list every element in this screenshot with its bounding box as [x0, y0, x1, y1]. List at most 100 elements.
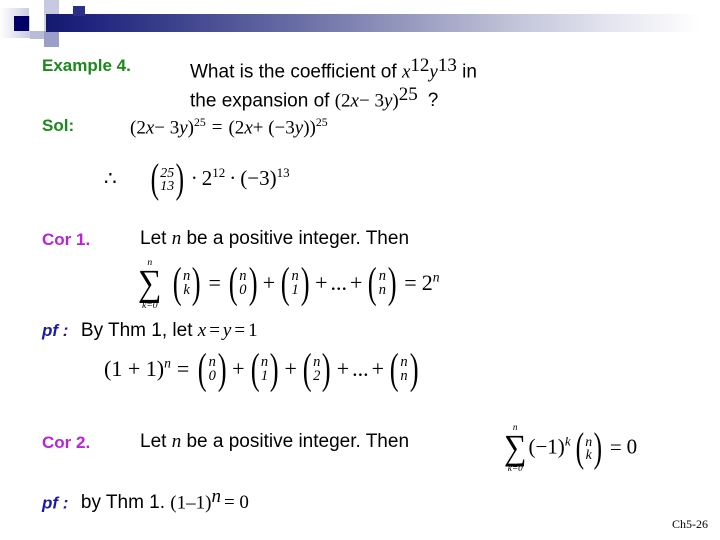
paren-open: (	[575, 424, 584, 470]
sol-result-row: ∴ ( 25 13 ) · 212 · (−3)13	[104, 156, 290, 201]
example-expr-minus: − 3	[358, 90, 384, 112]
sol-term3-exponent: 13	[276, 164, 290, 180]
sol-rhs-x: x	[244, 117, 253, 139]
binom-bottom: 2	[313, 368, 321, 385]
paren-close: )	[191, 259, 201, 307]
sol-equation: (2x− 3y)25 = (2x+ (−3y))25	[130, 116, 328, 139]
example-question-mark: ?	[427, 90, 439, 112]
pf1-equals: =	[176, 356, 190, 382]
cor1-formula: n ∑ k=0 ( n k ) = ( n 0 ) + ( n 1 ) +...…	[136, 258, 440, 310]
pf1-plus-2: +	[284, 356, 297, 382]
summation-operator: n ∑ k=0	[138, 258, 162, 310]
paren-close: )	[269, 346, 279, 393]
pf1-value: 1	[248, 320, 258, 341]
pf1-equals-2: =	[234, 320, 246, 341]
cor2-label: Cor 2.	[42, 433, 91, 452]
therefore-symbol: ∴	[104, 167, 117, 190]
example-label: Example 4.	[42, 56, 131, 75]
example-expansion-text: the expansion of	[190, 90, 335, 112]
example-question-text-post: in	[456, 61, 477, 83]
pf2-formula-exponent: n	[211, 486, 221, 507]
paren-open: (	[150, 156, 159, 201]
paren-close: )	[593, 424, 603, 470]
paren-open: (	[172, 259, 182, 307]
binomial-n-n: ( n n )	[387, 348, 421, 391]
sol-label: Sol:	[42, 116, 75, 135]
sol-rhs-y: y	[294, 117, 304, 139]
sol-term2-exponent: 12	[212, 164, 226, 180]
paren-close: )	[387, 259, 397, 307]
pf1-row: pf : By Thm 1, let x = y = 1	[42, 320, 258, 342]
cor2-label-row: Cor 2.	[42, 433, 90, 453]
cor1-equals-2: =	[404, 270, 417, 295]
pf1-label: pf :	[42, 321, 69, 340]
binom-bottom: 1	[260, 368, 269, 385]
banner-square-white-top	[29, 0, 44, 16]
cor2-formula: n ∑ k=0 (−1)k ( n k ) = 0	[502, 422, 637, 473]
paren-open: (	[250, 346, 260, 393]
binom-values: n 1	[260, 355, 269, 385]
example-x-exponent: 12	[410, 55, 430, 76]
paren-open: (	[228, 259, 238, 307]
sol-dot-2: ·	[229, 165, 237, 190]
sol-lhs-open: (2	[130, 117, 146, 139]
sigma-icon: ∑	[138, 263, 162, 304]
cor1-equals-1: =	[208, 270, 221, 295]
slide-header-banner	[0, 0, 720, 47]
paren-close: )	[217, 346, 227, 393]
paren-close: )	[175, 156, 185, 201]
binom-bottom: 13	[160, 178, 175, 194]
binomial-n-1: ( n 1 )	[278, 262, 312, 305]
cor1-statement-post: be a positive integer. Then	[181, 228, 410, 249]
slide-footer: Ch5-26	[672, 517, 708, 531]
banner-square-accent	[73, 6, 85, 16]
sol-lhs-y: y	[179, 117, 188, 139]
binom-values: n 1	[292, 269, 299, 298]
banner-square-white-2	[30, 16, 44, 31]
binom-values: n k	[183, 269, 190, 298]
binomial-n-k: ( n k )	[170, 259, 204, 307]
binom-values: n k	[585, 434, 592, 461]
sol-dot-1: ·	[190, 165, 198, 190]
pf1-lhs: (1 + 1)	[104, 356, 165, 382]
example-question-line-1: What is the coefficient of x12y13 in	[190, 55, 477, 83]
cor2-statement-post: be a positive integer. Then	[181, 431, 410, 452]
sol-rhs-close: ))	[303, 117, 316, 139]
pf1-text-pre: By Thm 1, let	[80, 320, 198, 341]
binomial-25-13: ( 25 13 )	[148, 156, 187, 201]
binom-values: n n	[400, 355, 407, 384]
pf1-lhs-exponent: n	[164, 355, 171, 371]
sigma-icon: ∑	[504, 428, 527, 468]
cor2-statement-pre: Let	[140, 431, 172, 452]
cor1-statement: Let n be a positive integer. Then	[140, 228, 409, 250]
banner-gradient-bar	[46, 14, 720, 32]
sol-rhs-plus: + (−3	[252, 117, 295, 139]
sol-term2-base: 2	[201, 165, 213, 190]
example-expr-exponent: 25	[398, 84, 418, 105]
cor2-factor: (−1)	[528, 434, 565, 459]
cor1-ellipsis: ...	[330, 270, 348, 295]
pf1-ellipsis: ...	[352, 356, 369, 382]
pf1-formula: (1 + 1)n = ( n 0 ) + ( n 1 ) + ( n 2 ) +.…	[104, 346, 421, 393]
binom-values: n n	[379, 269, 386, 298]
summation-operator: n ∑ k=0	[504, 422, 527, 473]
cor2-variable-n: n	[171, 431, 182, 452]
paren-close: )	[248, 259, 258, 307]
pf2-row: pf : by Thm 1. (1–1)n = 0	[42, 486, 249, 514]
cor1-plus-2: +	[315, 270, 328, 295]
example-y-variable: y	[429, 61, 438, 83]
cor2-statement: Let n be a positive integer. Then	[140, 431, 409, 453]
sol-lhs-x: x	[145, 117, 155, 139]
banner-square-periwinkle-2	[30, 31, 44, 39]
cor2-factor-exponent: k	[564, 433, 571, 449]
example-question-text-pre: What is the coefficient of	[190, 61, 402, 83]
cor1-result-base: 2	[421, 270, 433, 295]
cor1-plus-1: +	[262, 270, 276, 295]
pf2-label: pf :	[42, 493, 69, 513]
binom-bottom: 0	[208, 368, 216, 385]
cor2-equals: =	[609, 434, 622, 459]
binom-values: 25 13	[160, 166, 174, 193]
binomial-n-n: ( n n )	[365, 259, 399, 307]
sol-term3-base: (−3)	[240, 165, 277, 190]
example-expr-x: x	[350, 90, 359, 112]
